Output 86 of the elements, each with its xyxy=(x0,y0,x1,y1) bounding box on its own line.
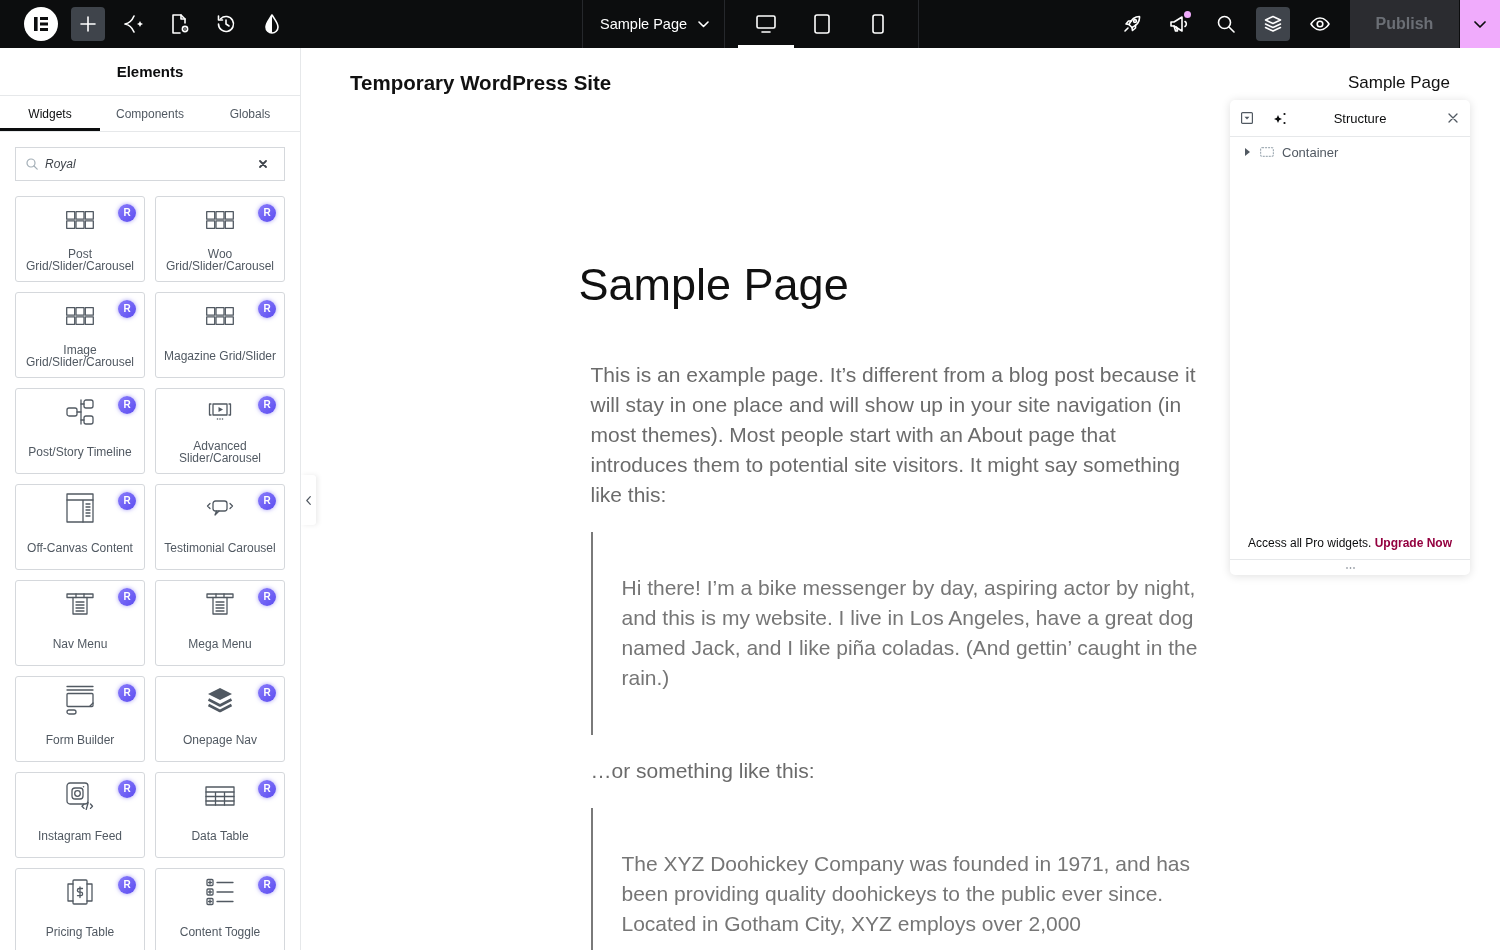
panel-title: Elements xyxy=(116,63,184,80)
toolbar-button[interactable] xyxy=(71,7,105,41)
widget-card[interactable]: Mega Menu R xyxy=(155,580,285,666)
widget-badge: R xyxy=(258,876,276,894)
widget-badge: R xyxy=(258,492,276,510)
tab[interactable]: Globals xyxy=(200,96,300,131)
widget-badge: R xyxy=(118,588,136,606)
menu-bar-icon xyxy=(66,592,94,615)
menu-bar-icon xyxy=(206,592,234,615)
widget-badge: R xyxy=(258,300,276,318)
widget-card[interactable]: Nav Menu R xyxy=(15,580,145,666)
grid-icon xyxy=(66,306,94,325)
caret-down-icon xyxy=(698,20,710,28)
widget-badge: R xyxy=(258,588,276,606)
widget-card[interactable]: Pricing Table R xyxy=(15,868,145,950)
widget-card[interactable]: Content Toggle R xyxy=(155,868,285,950)
widget-card[interactable]: Form Builder R xyxy=(15,676,145,762)
widget-badge: R xyxy=(258,396,276,414)
tree-item[interactable]: Container xyxy=(1230,137,1470,167)
sparkle-icon xyxy=(124,15,144,33)
close-icon xyxy=(1448,113,1458,123)
widget-badge: R xyxy=(258,204,276,222)
chevron-left-icon xyxy=(306,495,311,505)
plus-icon xyxy=(80,16,96,32)
checklist-icon xyxy=(206,877,234,906)
desktop-icon xyxy=(756,15,776,33)
tablet-icon xyxy=(814,14,830,34)
camera-code-icon xyxy=(66,781,94,810)
drag-handle-icon xyxy=(1345,566,1355,569)
speech-bubble-icon xyxy=(206,498,234,517)
container-icon xyxy=(1260,147,1274,157)
page-selector[interactable]: Sample Page xyxy=(600,7,710,41)
paragraph: …or something like this: xyxy=(590,758,816,784)
collapse-handle[interactable] xyxy=(301,475,316,525)
caret-down-icon xyxy=(1474,20,1486,28)
search-field[interactable]: Royal xyxy=(15,147,285,181)
widget-badge: R xyxy=(118,396,136,414)
widget-badge: R xyxy=(118,492,136,510)
upgrade-link[interactable]: Upgrade Now xyxy=(1374,536,1453,550)
quote-text: Hi there! I’m a bike messenger by day, aspiring actor by night, and this is my website. I live in Los Angeles, have a great dog named Jack, and I like piña coladas. (And gettin’ caught in the rain.) xyxy=(621,575,1199,691)
nav-link[interactable]: Sample Page xyxy=(1347,73,1450,93)
panel-title: Structure xyxy=(1332,110,1388,126)
promo-text: Access all Pro widgets. Upgrade Now xyxy=(1246,536,1454,552)
widget-badge: R xyxy=(118,204,136,222)
tab[interactable]: Widgets xyxy=(0,96,100,131)
widget-badge: R xyxy=(118,780,136,798)
close-button[interactable] xyxy=(1448,113,1458,123)
price-table-icon xyxy=(66,878,94,905)
layers-icon xyxy=(207,686,233,713)
grid-icon xyxy=(206,210,234,229)
widget-badge: R xyxy=(118,300,136,318)
widget-badge: R xyxy=(258,684,276,702)
logo-icon xyxy=(24,7,58,41)
toolbar-button[interactable] xyxy=(1256,7,1290,41)
tab[interactable]: Components xyxy=(100,96,200,131)
clear-icon xyxy=(259,160,267,168)
sparkle-icon xyxy=(1273,111,1287,125)
page-heading: Sample Page xyxy=(578,258,850,312)
eye-icon xyxy=(1310,17,1330,31)
widget-badge: R xyxy=(118,684,136,702)
history-icon xyxy=(216,14,236,34)
search-icon xyxy=(26,158,38,170)
search-icon xyxy=(1217,15,1235,33)
widget-card[interactable]: Data Table R xyxy=(155,772,285,858)
layers-icon xyxy=(1264,15,1282,33)
grid-icon xyxy=(66,210,94,229)
site-title: Temporary WordPress Site xyxy=(350,71,612,95)
grid-icon xyxy=(206,306,234,325)
quote-text: The XYZ Doohickey Company was founded in 1971, and has been providing quality doohickeys to the public ever since. Located in Gotham City, XYZ employs over 2,000 xyxy=(621,851,1191,937)
timeline-icon xyxy=(66,397,94,426)
widget-card[interactable]: Instagram Feed R xyxy=(15,772,145,858)
sidebar-layout-icon xyxy=(66,492,94,523)
rocket-icon xyxy=(1123,15,1141,33)
widget-badge: R xyxy=(118,876,136,894)
megaphone-icon xyxy=(1169,15,1189,33)
drop-icon xyxy=(264,14,280,34)
widget-badge: R xyxy=(258,780,276,798)
dropdown-icon xyxy=(1241,112,1253,124)
widget-card[interactable]: Advanced Slider/Carousel R xyxy=(155,388,285,474)
video-slider-icon xyxy=(207,401,233,422)
form-icon xyxy=(66,684,94,715)
table-icon xyxy=(205,785,235,806)
paragraph: This is an example page. It’s different from a blog post because it will stay in one place and will show up in your site navigation (in most themes). Most people start with an About page that introduces them to potential site visitors. It might say something like this: xyxy=(590,362,1197,508)
phone-icon xyxy=(872,14,884,34)
document-gear-icon xyxy=(170,14,190,34)
widget-card[interactable]: Onepage Nav R xyxy=(155,676,285,762)
